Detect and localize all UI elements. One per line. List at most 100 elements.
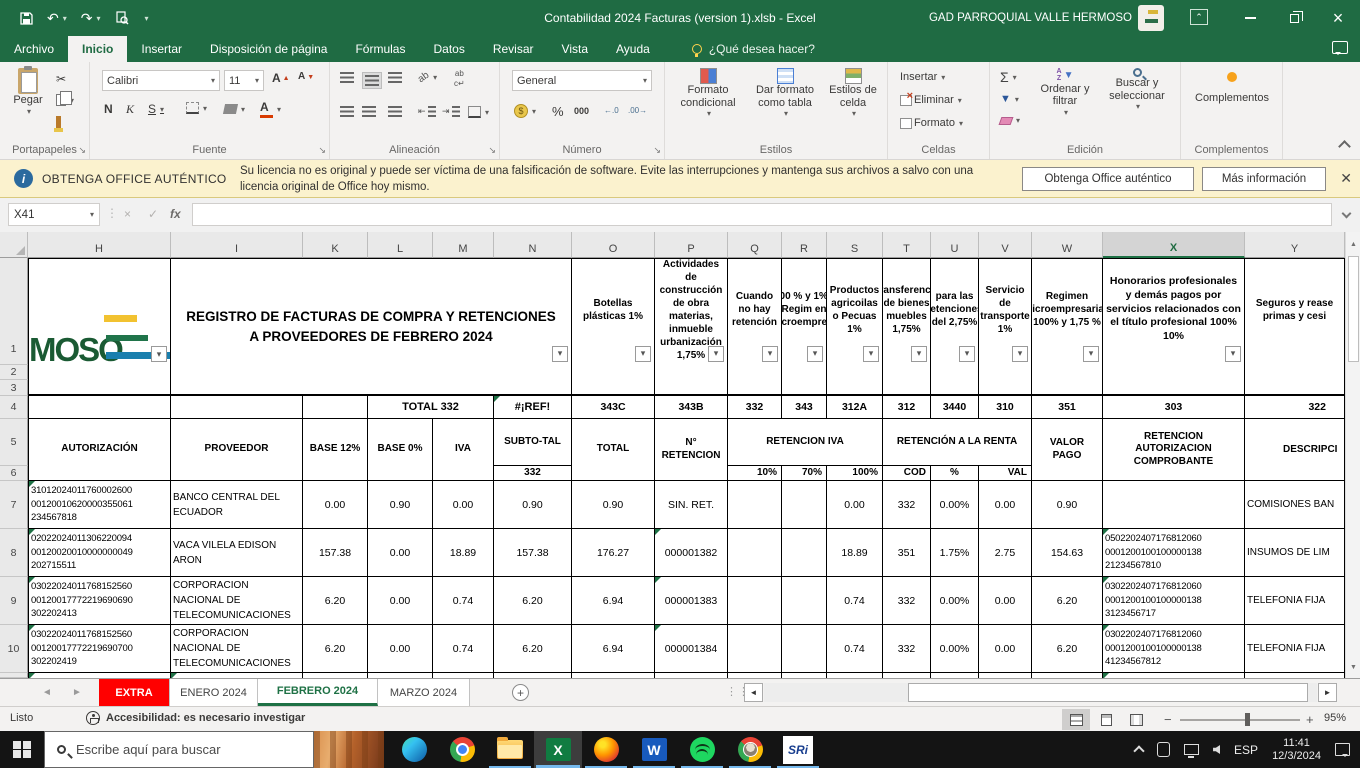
col-header-o[interactable]: O [572, 232, 655, 258]
col-header-i[interactable]: I [171, 232, 303, 258]
cell-nret-r9[interactable]: 000001383 [655, 577, 728, 625]
conditional-formatting-button[interactable]: Formato condicional ▾ [673, 68, 743, 118]
align-center-button[interactable] [362, 106, 376, 117]
cell-subtotal-332[interactable]: 332 [494, 466, 572, 481]
zoom-slider[interactable] [1180, 719, 1300, 721]
accessibility-status[interactable]: Accesibilidad: es necesario investigar [86, 711, 305, 725]
cell-pct-r10[interactable]: 0.00% [931, 625, 979, 673]
tell-me-search[interactable]: ¿Qué desea hacer? [691, 36, 815, 62]
cell-base12-r8[interactable]: 157.38 [303, 529, 368, 577]
scroll-up-icon[interactable]: ▲ [1347, 237, 1360, 252]
addins-button[interactable]: Complementos [1193, 72, 1271, 105]
cell-ref-error[interactable]: #¡REF! [494, 396, 572, 419]
language-indicator[interactable]: ESP [1234, 743, 1258, 757]
cell-retaut-r7[interactable] [1103, 481, 1245, 529]
row-header-3[interactable]: 3 [0, 380, 28, 396]
font-name-select[interactable]: Calibri ▾ [102, 70, 220, 91]
format-cells-button[interactable]: Formato ▾ [900, 117, 963, 129]
cell-iva-r7[interactable]: 0.00 [433, 481, 494, 529]
cell-code-312a[interactable]: 312A [827, 396, 883, 419]
cell-base12-r9[interactable]: 6.20 [303, 577, 368, 625]
cell-report-title[interactable]: REGISTRO DE FACTURAS DE COMPRA Y RETENCI… [171, 258, 572, 396]
cell-header-num-retencion[interactable]: N° RETENCION [655, 419, 728, 481]
cell-10-r10[interactable] [728, 625, 782, 673]
filter-dropdown-icon[interactable] [959, 346, 975, 362]
cell-header-sin-retencion[interactable]: Cuando no hay retención [728, 258, 782, 396]
copy-button[interactable]: ▾ [56, 91, 74, 106]
cell-subtotal-r7[interactable]: 0.90 [494, 481, 572, 529]
cell-base12-r7[interactable]: 0.00 [303, 481, 368, 529]
taskbar-firefox[interactable] [582, 731, 630, 768]
tab-vista[interactable]: Vista [548, 36, 602, 62]
cell-header-iva[interactable]: IVA [433, 419, 494, 481]
cell-pago-r8[interactable]: 154.63 [1032, 529, 1103, 577]
row-header-5[interactable]: 5 [0, 419, 28, 466]
cell-header-descripcion[interactable]: DESCRIPCI [1245, 419, 1345, 481]
cell-header-10pct[interactable]: 10% [728, 466, 782, 481]
increase-decimal-button[interactable]: ←.0 [604, 106, 619, 115]
cell-70-r7[interactable] [782, 481, 827, 529]
expand-formula-bar-icon[interactable] [1341, 208, 1352, 219]
sheet-nav-right-icon[interactable]: ► [72, 687, 82, 698]
decrease-indent-button[interactable]: ⇤ [418, 106, 436, 117]
cell-pct-r9[interactable]: 0.00% [931, 577, 979, 625]
col-header-p[interactable]: P [655, 232, 728, 258]
tab-formulas[interactable]: Fórmulas [341, 36, 419, 62]
cell-total-332[interactable]: TOTAL 332 [368, 396, 494, 419]
col-header-v[interactable]: V [979, 232, 1032, 258]
cell-100-r8[interactable]: 18.89 [827, 529, 883, 577]
cell-iva-r10[interactable]: 0.74 [433, 625, 494, 673]
cell-code-3440[interactable]: 3440 [931, 396, 979, 419]
cell-header-proveedor[interactable]: PROVEEDOR [171, 419, 303, 481]
cell-auth-r7[interactable]: 31012024011760002600 0012001062000035506… [28, 481, 171, 529]
filter-dropdown-icon[interactable] [762, 346, 778, 362]
taskbar-excel-active[interactable]: X [534, 731, 582, 768]
more-info-button[interactable]: Más información [1202, 167, 1326, 191]
vertical-scrollbar[interactable]: ▲ ▼ [1345, 232, 1360, 678]
cell-iva-r9[interactable]: 0.74 [433, 577, 494, 625]
start-button[interactable] [0, 731, 44, 768]
cell-100-r7[interactable]: 0.00 [827, 481, 883, 529]
tab-revisar[interactable]: Revisar [479, 36, 548, 62]
cell-70-r8[interactable] [782, 529, 827, 577]
cell-cod-r10[interactable]: 332 [883, 625, 931, 673]
clear-button[interactable]: ▾ [998, 116, 1020, 125]
page-layout-view-button[interactable] [1092, 709, 1120, 730]
row-header-4[interactable]: 4 [0, 396, 28, 419]
align-right-button[interactable] [388, 106, 402, 117]
cell-100-r9[interactable]: 0.74 [827, 577, 883, 625]
clock[interactable]: 11:41 12/3/2024 [1272, 737, 1321, 763]
cell-code-343c[interactable]: 343C [572, 396, 655, 419]
cell-auth-r10[interactable]: 03022024011768152560 0012001777221969070… [28, 625, 171, 673]
col-header-y[interactable]: Y [1245, 232, 1345, 258]
scroll-left-icon[interactable]: ◄ [744, 683, 763, 702]
save-button[interactable] [20, 11, 33, 25]
cell-header-retencion-iva[interactable]: RETENCION IVA [728, 419, 883, 466]
cell-header-seguros[interactable]: Seguros y rease primas y cesi [1245, 258, 1345, 396]
horizontal-scrollbar-thumb[interactable] [908, 683, 1308, 702]
cell-i4[interactable] [171, 396, 303, 419]
cell-k4[interactable] [303, 396, 368, 419]
device-icon[interactable] [1157, 742, 1171, 757]
sheet-nav-left-icon[interactable]: ◄ [42, 687, 52, 698]
cell-desc-r10[interactable]: TELEFONIA FIJA [1245, 625, 1345, 673]
restore-button[interactable] [1272, 0, 1316, 36]
cell-total-r10[interactable]: 6.94 [572, 625, 655, 673]
col-header-x-selected[interactable]: X [1103, 232, 1245, 258]
cell-iva-r8[interactable]: 18.89 [433, 529, 494, 577]
cell-pago-r7[interactable]: 0.90 [1032, 481, 1103, 529]
cell-total-r7[interactable]: 0.90 [572, 481, 655, 529]
align-middle-button[interactable] [362, 72, 382, 89]
cell-val-r7[interactable]: 0.00 [979, 481, 1032, 529]
cell-10-r8[interactable] [728, 529, 782, 577]
cell-desc-r7[interactable]: COMISIONES BAN [1245, 481, 1345, 529]
paste-button[interactable]: Pegar ▾ [8, 66, 48, 116]
cell-base0-r7[interactable]: 0.90 [368, 481, 433, 529]
cell-cod-r8[interactable]: 351 [883, 529, 931, 577]
tab-insertar[interactable]: Insertar [127, 36, 196, 62]
cell-100-r10[interactable]: 0.74 [827, 625, 883, 673]
cell-h4[interactable] [28, 396, 171, 419]
volume-icon[interactable] [1213, 745, 1221, 754]
normal-view-button[interactable] [1062, 709, 1090, 730]
undo-button[interactable]: ↶ ▾ [47, 10, 67, 27]
